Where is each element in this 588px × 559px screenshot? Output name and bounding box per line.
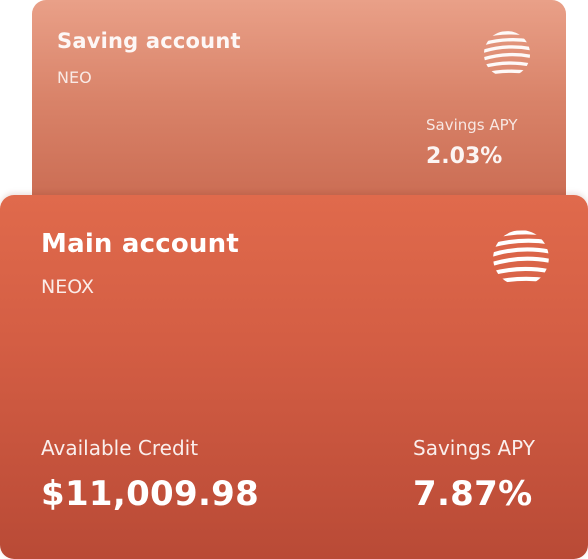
- available-credit-label: Available Credit: [41, 436, 199, 460]
- main-account-card[interactable]: Main account NEOX Available Credit $11,0…: [0, 195, 588, 559]
- striped-globe-logo-icon: [493, 230, 549, 286]
- available-credit-value: $11,009.98: [41, 474, 260, 514]
- main-apy-label: Savings APY: [413, 436, 536, 460]
- saving-apy-label: Savings APY: [426, 116, 518, 134]
- main-account-subtitle: NEOX: [41, 276, 94, 298]
- saving-account-title: Saving account: [57, 29, 241, 53]
- saving-account-card[interactable]: Saving account NEO Savings APY 2.03%: [32, 0, 566, 220]
- striped-globe-logo-icon: [483, 31, 531, 77]
- main-account-title: Main account: [41, 229, 239, 259]
- main-apy-value: 7.87%: [413, 474, 533, 514]
- saving-account-subtitle: NEO: [57, 68, 92, 87]
- saving-apy-value: 2.03%: [426, 144, 503, 169]
